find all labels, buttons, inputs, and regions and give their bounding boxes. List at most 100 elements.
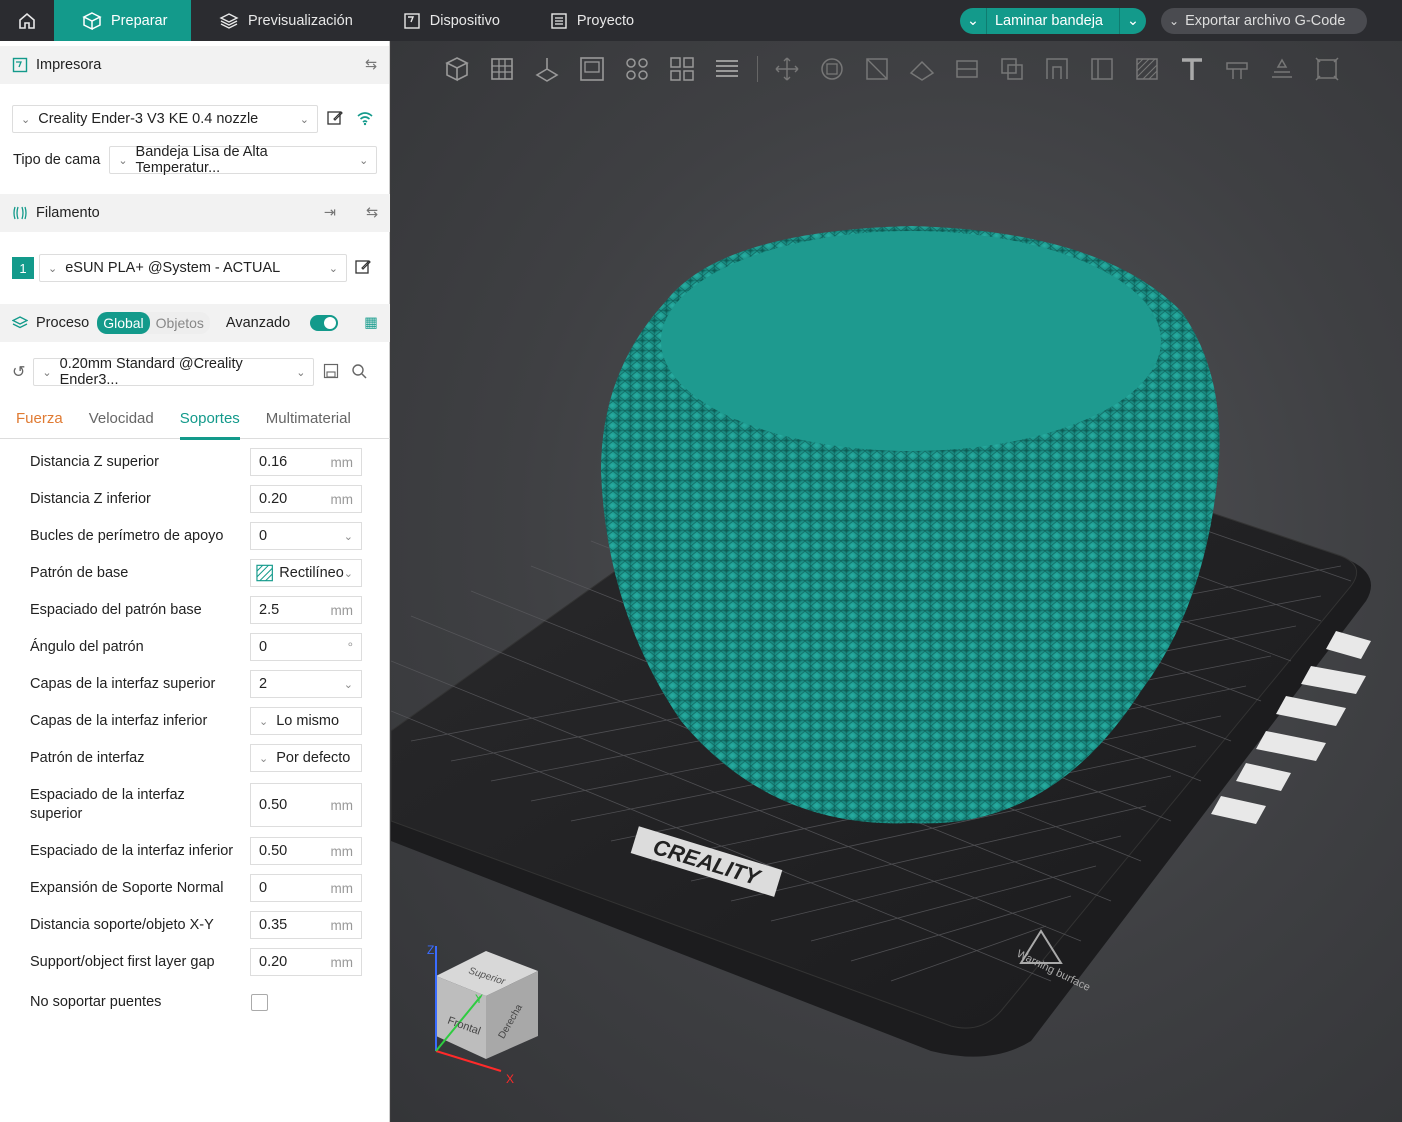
edit-icon[interactable] (326, 109, 344, 130)
chevron-down-icon: ⌄ (299, 113, 309, 126)
tab-fuerza[interactable]: Fuerza (16, 399, 63, 439)
filament-settings-icon[interactable]: ⇆ (366, 205, 378, 221)
project-icon (551, 12, 567, 29)
bed-type-label: Tipo de cama (13, 152, 101, 168)
filament-name: eSUN PLA+ @System - ACTUAL (65, 260, 281, 276)
filament-icon (13, 206, 27, 220)
layers-icon (12, 316, 28, 329)
param-input[interactable]: 0 mm (250, 874, 362, 902)
printer-settings-icon[interactable]: ⇆ (365, 57, 377, 73)
param-select[interactable]: 2 ⌄ (250, 670, 362, 698)
filament-select[interactable]: ⌄ eSUN PLA+ @System - ACTUAL ⌄ (39, 254, 347, 282)
param-select[interactable]: ⌄ Lo mismo (250, 707, 362, 735)
export-gcode-button[interactable]: ⌄ Exportar archivo G-Code (1161, 7, 1367, 34)
tab-velocidad[interactable]: Velocidad (89, 399, 154, 439)
chevron-down-icon[interactable]: ⌄ (960, 13, 986, 29)
axis-x-label: X (506, 1072, 514, 1086)
plate-side-button-6[interactable] (1211, 796, 1266, 824)
advanced-toggle[interactable] (310, 315, 339, 331)
param-label: Distancia Z inferior (30, 490, 151, 507)
device-icon (404, 12, 420, 29)
param-input[interactable]: 0.16 mm (250, 448, 362, 476)
param-unit: mm (330, 917, 354, 933)
reset-icon[interactable]: ↺ (12, 362, 25, 382)
process-scope-switch: Global Objetos (97, 312, 210, 334)
process-title: Proceso (36, 315, 90, 331)
tab-preparar[interactable]: Preparar (54, 0, 191, 41)
param-input[interactable]: 0.20 mm (250, 485, 362, 513)
search-icon[interactable] (351, 363, 367, 382)
chevron-down-icon: ⌄ (118, 154, 128, 167)
chevron-down-icon: ⌄ (21, 113, 31, 126)
param-input[interactable]: 2.5 mm (250, 596, 362, 624)
chevron-down-icon: ⌄ (1169, 13, 1180, 28)
param-value: 0.50 (259, 797, 288, 813)
scope-global[interactable]: Global (97, 312, 150, 334)
plate-side-button-3[interactable] (1276, 696, 1346, 726)
plate-side-button-2[interactable] (1301, 666, 1366, 694)
filament-title: Filamento (36, 205, 100, 221)
param-input[interactable]: 0.50 mm (250, 783, 362, 827)
save-icon[interactable] (323, 363, 339, 382)
layers-icon (219, 12, 239, 29)
filament-section-header: Filamento ⇥ ⇆ (0, 194, 390, 232)
slice-plate-button[interactable]: ⌄ Laminar bandeja ⌄ (959, 7, 1146, 34)
param-value: 0 (259, 880, 268, 896)
bed-type-select[interactable]: ⌄ Bandeja Lisa de Alta Temperatur... ⌄ (109, 144, 378, 176)
param-value: 0.20 (259, 491, 288, 507)
param-unit: mm (330, 454, 354, 470)
param-value: 0 (259, 528, 268, 544)
plate-side-button-4[interactable] (1256, 731, 1326, 761)
edit-icon[interactable] (354, 258, 372, 279)
home-button[interactable] (0, 0, 54, 41)
3d-viewport[interactable]: CREALITY Warning burface Superior Fronta… (391, 41, 1402, 1122)
param-label: Capas de la interfaz inferior (30, 712, 208, 729)
chevron-down-icon: ⌄ (343, 678, 353, 691)
orientation-cube[interactable]: Superior Frontal Derecha Z Y X (427, 943, 538, 1086)
tab-multimaterial[interactable]: Multimaterial (266, 399, 351, 439)
param-label: Expansión de Soporte Normal (30, 879, 224, 896)
settings-panel: Impresora ⇆ ⌄ Creality Ender-3 V3 KE 0.4… (0, 41, 390, 1122)
param-unit: mm (330, 843, 354, 859)
tab-label: Previsualización (248, 12, 353, 29)
param-label: Espaciado de la interfaz superior (30, 787, 185, 822)
tab-previsualizacion[interactable]: Previsualización (191, 0, 375, 41)
param-label: Patrón de interfaz (30, 749, 145, 766)
process-section-header: Proceso Global Objetos Avanzado ▦ (0, 304, 390, 342)
tab-dispositivo[interactable]: Dispositivo (375, 0, 522, 41)
axis-y-label: Y (475, 992, 483, 1006)
param-input[interactable]: 0.20 mm (250, 948, 362, 976)
printer-name: Creality Ender-3 V3 KE 0.4 nozzle (38, 111, 259, 127)
chevron-down-icon[interactable]: ⌄ (1120, 13, 1146, 29)
plate-side-button-5[interactable] (1236, 763, 1291, 791)
wifi-icon[interactable] (356, 109, 374, 130)
scope-objects[interactable]: Objetos (150, 315, 210, 331)
param-input[interactable]: 0.35 mm (250, 911, 362, 939)
param-label: Capas de la interfaz superior (30, 675, 216, 692)
param-select[interactable]: 0 ⌄ (250, 522, 362, 550)
printer-section-header: Impresora ⇆ (0, 46, 389, 84)
param-value: 0.35 (259, 917, 288, 933)
tab-label: Preparar (111, 12, 168, 29)
param-input[interactable]: 0.50 mm (250, 837, 362, 865)
param-value: 0 (259, 639, 268, 655)
param-label: Distancia soporte/objeto X-Y (30, 916, 214, 933)
param-value: 0.16 (259, 454, 288, 470)
chevron-down-icon: ⌄ (359, 154, 369, 167)
param-select[interactable]: ⌄ Por defecto (250, 744, 362, 772)
printer-select[interactable]: ⌄ Creality Ender-3 V3 KE 0.4 nozzle ⌄ (12, 105, 318, 133)
compare-icon[interactable]: ▦ (364, 315, 378, 331)
bed-type-value: Bandeja Lisa de Alta Temperatur... (135, 144, 268, 176)
cube-icon (82, 11, 102, 30)
tab-soportes[interactable]: Soportes (179, 399, 240, 440)
param-value: Por defecto (276, 750, 351, 766)
tab-proyecto[interactable]: Proyecto (522, 0, 656, 41)
filament-sync-icon[interactable]: ⇥ (324, 205, 336, 221)
param-value: 2 (259, 676, 268, 692)
chevron-down-icon: ⌄ (259, 715, 269, 728)
param-select[interactable]: Rectilíneo ⌄ (250, 559, 362, 587)
no-bridge-support-checkbox[interactable] (251, 993, 268, 1011)
param-input[interactable]: 0 ° (250, 633, 362, 661)
process-preset-select[interactable]: ⌄ 0.20mm Standard @Creality Ender3... ⌄ (33, 356, 315, 388)
chevron-down-icon: ⌄ (343, 567, 353, 580)
